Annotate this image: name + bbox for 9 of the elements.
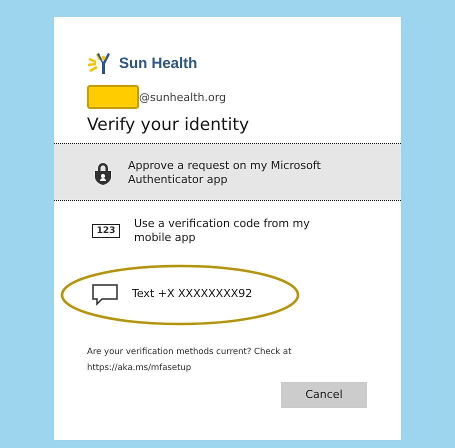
- lock-icon: [92, 161, 114, 185]
- account-email: @sunhealth.org: [139, 90, 226, 104]
- verification-option[interactable]: Approve a request on my Microsoft Authenticator app: [54, 143, 401, 201]
- cancel-button[interactable]: Cancel: [281, 382, 367, 408]
- chat-bubble-icon: [92, 284, 118, 306]
- code-icon: 123: [92, 224, 120, 238]
- logo-text: Sun Health: [119, 54, 198, 72]
- help-text: Are your verification methods current? Check at https://aka.ms/mfasetup: [87, 346, 292, 375]
- page-title: Verify your identity: [87, 115, 250, 135]
